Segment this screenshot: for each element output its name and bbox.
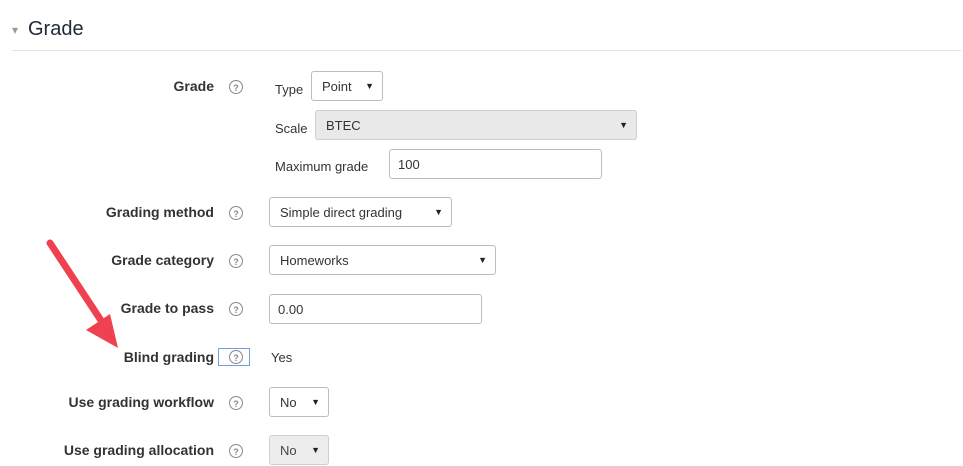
grade-label: Grade xyxy=(173,78,214,94)
dropdown-arrow-icon: ▼ xyxy=(478,255,487,265)
use-grading-allocation-select[interactable]: No ▼ xyxy=(269,435,329,465)
grade-category-value: Homeworks xyxy=(280,252,349,268)
collapse-caret-icon: ▾ xyxy=(12,22,19,37)
dropdown-arrow-icon: ▼ xyxy=(311,397,320,407)
grade-help-icon[interactable]: ? xyxy=(229,80,243,94)
blind-grading-value: Yes xyxy=(271,350,293,365)
grade-type-select[interactable]: Point ▼ xyxy=(311,71,383,101)
grade-to-pass-help-icon[interactable]: ? xyxy=(229,302,243,316)
section-divider xyxy=(12,50,961,51)
use-grading-workflow-help-icon[interactable]: ? xyxy=(229,396,243,410)
grade-category-label: Grade category xyxy=(111,252,214,268)
grade-to-pass-input[interactable] xyxy=(269,294,482,324)
dropdown-arrow-icon: ▼ xyxy=(365,81,374,91)
section-title: Grade xyxy=(28,18,84,40)
maximum-grade-input[interactable] xyxy=(389,149,602,179)
blind-grading-label: Blind grading xyxy=(123,349,214,365)
grade-category-help-icon[interactable]: ? xyxy=(229,254,243,268)
grade-scale-value: BTEC xyxy=(326,117,361,133)
grade-to-pass-label: Grade to pass xyxy=(120,300,214,316)
grading-method-value: Simple direct grading xyxy=(280,204,403,220)
dropdown-arrow-icon: ▼ xyxy=(619,120,628,130)
blind-grading-help-icon[interactable]: ? xyxy=(229,350,243,364)
grade-category-select[interactable]: Homeworks ▼ xyxy=(269,245,496,275)
dropdown-arrow-icon: ▼ xyxy=(311,445,320,455)
grading-method-select[interactable]: Simple direct grading ▼ xyxy=(269,197,452,227)
grade-scale-label: Scale xyxy=(275,121,308,136)
use-grading-workflow-value: No xyxy=(280,394,297,410)
grade-type-label: Type xyxy=(275,82,304,97)
dropdown-arrow-icon: ▼ xyxy=(434,207,443,217)
use-grading-workflow-label: Use grading workflow xyxy=(68,394,214,410)
use-grading-allocation-value: No xyxy=(280,442,297,458)
grade-scale-select[interactable]: BTEC ▼ xyxy=(315,110,637,140)
grading-method-help-icon[interactable]: ? xyxy=(229,206,243,220)
grading-method-label: Grading method xyxy=(105,204,214,220)
maximum-grade-label: Maximum grade xyxy=(275,159,369,174)
grade-type-value: Point xyxy=(322,78,352,94)
use-grading-workflow-select[interactable]: No ▼ xyxy=(269,387,329,417)
use-grading-allocation-help-icon[interactable]: ? xyxy=(229,444,243,458)
use-grading-allocation-label: Use grading allocation xyxy=(63,442,214,458)
grade-section-toggle[interactable]: ▾ Grade xyxy=(12,18,84,41)
